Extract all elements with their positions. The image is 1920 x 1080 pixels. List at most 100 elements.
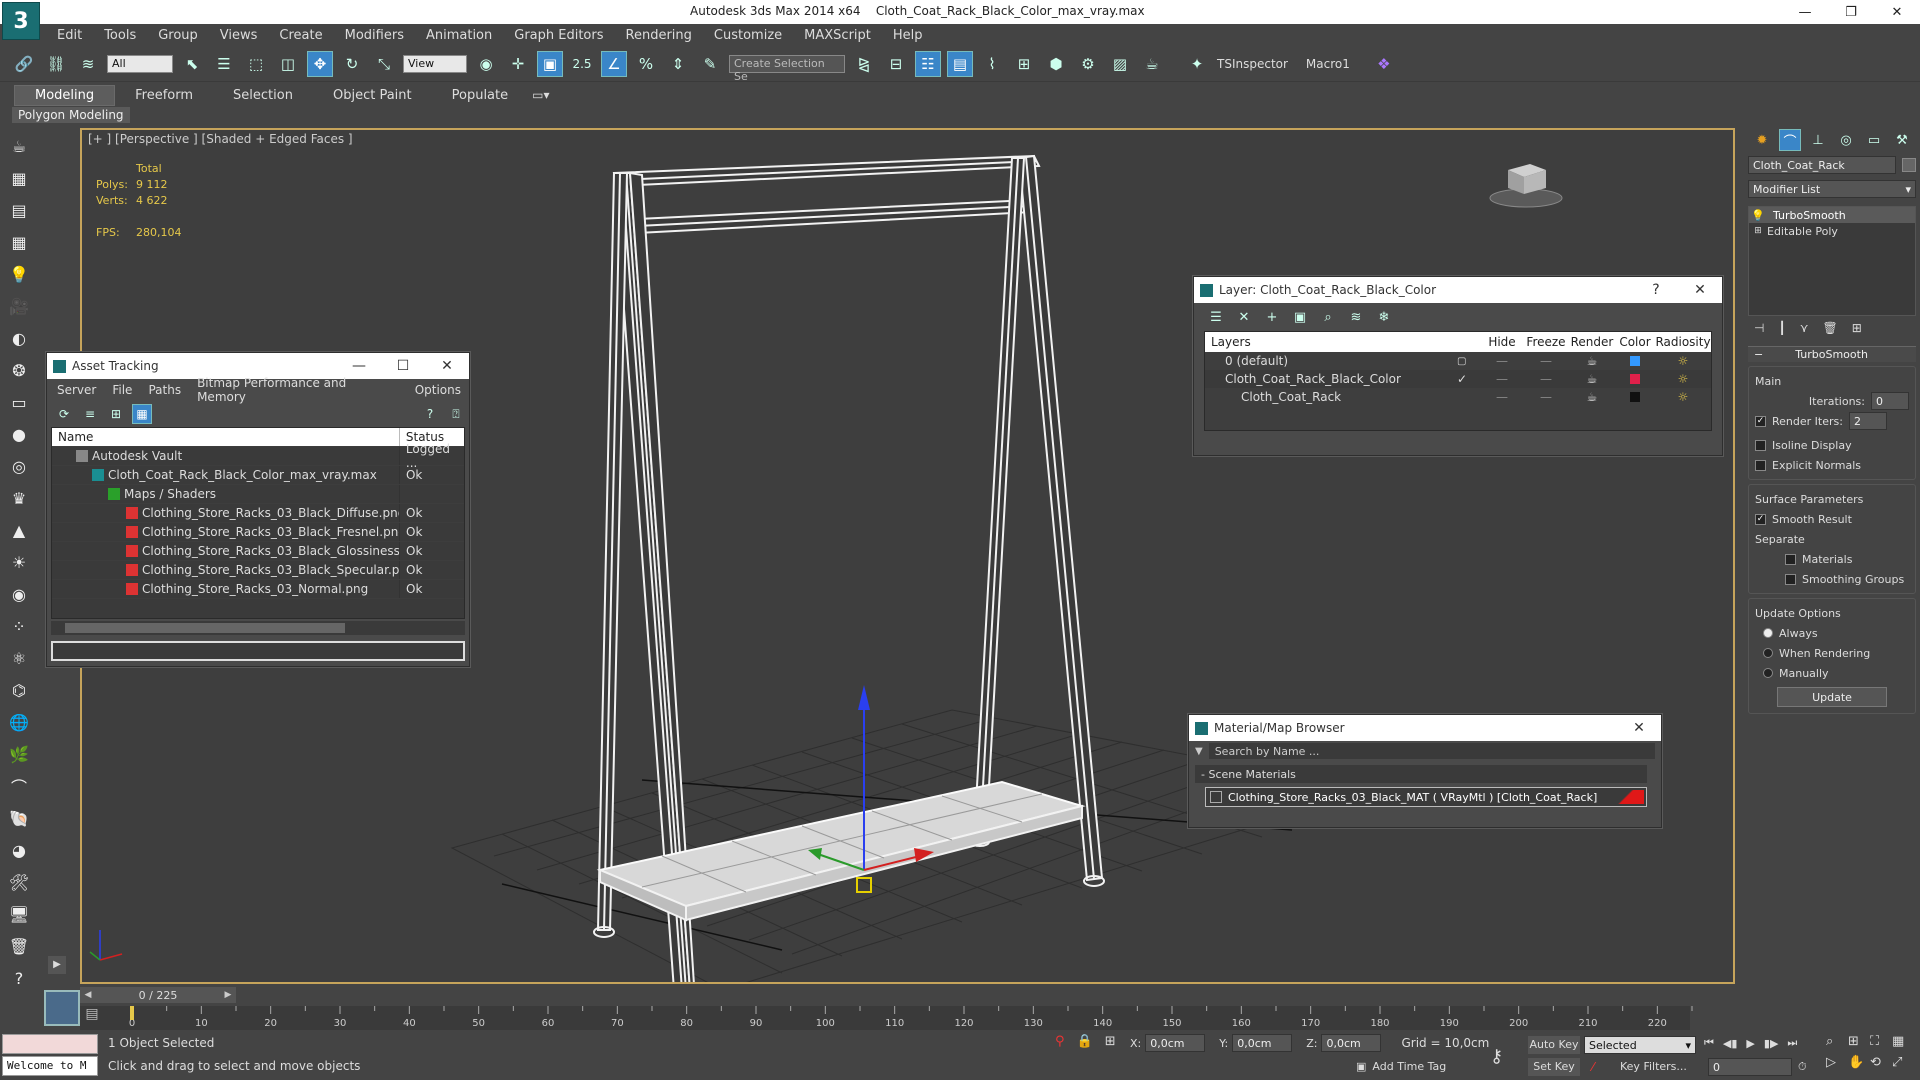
percent-snap-icon[interactable]: % <box>633 51 659 77</box>
current-layer-check-icon[interactable]: ✓ <box>1457 372 1481 386</box>
hide-all-icon[interactable]: ≋ <box>1345 306 1367 328</box>
radiosity-icon[interactable]: ☼ <box>1655 372 1711 386</box>
menu-customize[interactable]: Customize <box>703 28 793 43</box>
align-icon[interactable]: ⊟ <box>883 51 909 77</box>
isolate-selection-icon[interactable]: ⚲ <box>1055 1034 1065 1049</box>
explicit-normals-checkbox[interactable] <box>1755 459 1766 471</box>
molecule-icon[interactable]: ⚛ <box>5 644 33 672</box>
prev-key-icon[interactable]: ◀▮ <box>1723 1037 1738 1050</box>
named-selection-set-input[interactable]: Create Selection Se <box>729 54 845 83</box>
keyboard-shortcut-icon[interactable]: ▣ <box>537 50 563 77</box>
stack-item-editable-poly[interactable]: ⊞ Editable Poly <box>1749 223 1915 239</box>
asset-maximize-button[interactable]: ☐ <box>381 358 425 374</box>
browser-options-icon[interactable]: ▼ <box>1195 746 1203 757</box>
asset-row-vault[interactable]: Autodesk Vault Logged ... <box>52 442 464 470</box>
tsinspector-icon[interactable]: ✦ <box>1184 51 1210 77</box>
radiosity-icon[interactable]: ☼ <box>1655 354 1711 368</box>
configure-sets-icon[interactable]: ⊞ <box>1852 321 1862 335</box>
manually-radio[interactable] <box>1763 668 1773 678</box>
zoom-extents-all-icon[interactable]: ▦ <box>1892 1034 1914 1049</box>
angle-snap-icon[interactable]: ∠ <box>601 50 627 77</box>
time-slider-thumb[interactable]: 0 / 225 <box>96 987 220 1003</box>
goto-start-icon[interactable]: ⏮ <box>1704 1036 1714 1050</box>
material-browser-titlebar[interactable]: Material/Map Browser ✕ <box>1189 715 1661 741</box>
lightbulb-icon[interactable]: 💡 <box>1749 209 1767 222</box>
motion-tab-icon[interactable]: ◎ <box>1835 129 1857 151</box>
menu-help[interactable]: Help <box>882 28 934 43</box>
render-production-icon[interactable]: ☕ <box>1139 51 1165 77</box>
mirror-icon[interactable]: ⧎ <box>851 51 877 77</box>
shell-icon[interactable]: 🐚 <box>5 804 33 832</box>
tab-modeling[interactable]: Modeling <box>14 84 116 106</box>
render-setup-icon[interactable]: ⚙ <box>1075 51 1101 77</box>
highlight-layer-icon[interactable]: ⌕ <box>1317 306 1339 328</box>
next-frame-arrow-icon[interactable]: ▶ <box>220 987 236 1003</box>
layers-col-header[interactable]: Layers <box>1205 335 1481 349</box>
utilities-tab-icon[interactable]: ⚒ <box>1891 129 1913 151</box>
smoothing-groups-checkbox[interactable] <box>1785 573 1796 585</box>
asset-row-specular[interactable]: Clothing_Store_Racks_03_Black_Specular.p… <box>52 561 464 580</box>
maximize-viewport-icon[interactable]: ⤢ <box>1892 1055 1914 1070</box>
object-color-swatch[interactable] <box>1902 158 1916 172</box>
asset-path-field[interactable] <box>51 641 465 661</box>
layer-help-button[interactable]: ? <box>1634 282 1678 298</box>
asset-menu-bitmap[interactable]: Bitmap Performance and Memory <box>189 376 407 404</box>
menu-edit[interactable]: Edit <box>46 28 93 43</box>
freeze-all-icon[interactable]: ❄ <box>1373 306 1395 328</box>
layer-row-default[interactable]: 0 (default) ▢ — — ☕ ☼ <box>1205 352 1711 370</box>
globe-icon[interactable]: 🌐 <box>5 708 33 736</box>
scene-materials-group[interactable]: - Scene Materials <box>1195 765 1647 783</box>
iterations-spinner[interactable]: 0 <box>1871 392 1909 410</box>
asset-help-icon[interactable]: ? <box>420 404 440 424</box>
freeze-toggle[interactable]: — <box>1523 390 1569 404</box>
add-time-tag[interactable]: Add Time Tag <box>1372 1060 1446 1073</box>
create-layer-icon[interactable]: ☰ <box>1205 306 1227 328</box>
tab-freeform[interactable]: Freeform <box>115 86 213 105</box>
sphere-icon[interactable]: ● <box>5 420 33 448</box>
object-name-field[interactable]: Cloth_Coat_Rack <box>1748 156 1896 174</box>
macro-diamond-icon[interactable]: ❖ <box>1371 51 1397 77</box>
layer-manager-titlebar[interactable]: Layer: Cloth_Coat_Rack_Black_Color ? ✕ <box>1194 277 1722 303</box>
prev-frame-arrow-icon[interactable]: ◀ <box>80 987 96 1003</box>
layer-color-swatch[interactable] <box>1630 374 1640 384</box>
bind-spacewarp-icon[interactable]: ≋ <box>75 51 101 77</box>
app-logo-icon[interactable]: 3 <box>2 2 40 40</box>
layer-manager-icon[interactable]: ☷ <box>915 50 941 77</box>
absolute-mode-icon[interactable]: ⊞ <box>1105 1034 1116 1049</box>
time-slider[interactable]: ◀ 0 / 225 ▶ <box>80 986 1735 1004</box>
plant-icon[interactable]: 🌿 <box>5 740 33 768</box>
plugin-tsinspector[interactable]: TSInspector <box>1217 57 1288 71</box>
tab-selection[interactable]: Selection <box>213 86 313 105</box>
tree-view-icon[interactable]: ⊞ <box>106 404 126 424</box>
grid-icon[interactable]: ▦ <box>5 228 33 256</box>
hide-col-header[interactable]: Hide <box>1481 335 1523 349</box>
layer-color-swatch[interactable] <box>1630 392 1640 402</box>
camera-icon[interactable]: 🎥 <box>5 292 33 320</box>
delete-layer-icon[interactable]: ✕ <box>1233 306 1255 328</box>
radiosity-icon[interactable]: ☼ <box>1655 390 1711 404</box>
add-to-layer-icon[interactable]: + <box>1261 306 1283 328</box>
pan-icon[interactable]: ✋ <box>1848 1055 1870 1070</box>
key-set-dropdown[interactable]: Selected ▾ <box>1584 1036 1696 1054</box>
asset-row-normal[interactable]: Clothing_Store_Racks_03_Normal.png Ok <box>52 580 464 599</box>
zoom-icon[interactable]: ⌕ <box>1826 1034 1848 1049</box>
material-editor-icon[interactable]: ⬢ <box>1043 51 1069 77</box>
goto-end-icon[interactable]: ⏭ <box>1787 1036 1797 1050</box>
auto-key-button[interactable]: Auto Key <box>1528 1036 1580 1054</box>
link-icon[interactable]: 🔗 <box>11 51 37 77</box>
tab-object-paint[interactable]: Object Paint <box>313 86 432 105</box>
asset-row-glossiness[interactable]: Clothing_Store_Racks_03_Black_Glossiness… <box>52 542 464 561</box>
hide-toggle[interactable]: — <box>1481 390 1523 404</box>
asset-help2-icon[interactable]: ⍰ <box>446 404 466 424</box>
always-radio[interactable] <box>1763 628 1773 638</box>
asset-hscrollbar[interactable] <box>51 621 465 635</box>
select-rotate-icon[interactable]: ↻ <box>339 51 365 77</box>
selection-lock-icon[interactable]: 🔒 <box>1077 1034 1093 1049</box>
bin-icon[interactable]: 🗑 <box>5 932 33 960</box>
update-button[interactable]: Update <box>1777 687 1887 707</box>
make-unique-icon[interactable]: ⋎ <box>1800 321 1809 335</box>
time-config-icon[interactable]: ⏱ <box>1798 1060 1807 1074</box>
asset-row-max-file[interactable]: Cloth_Coat_Rack_Black_Color_max_vray.max… <box>52 466 464 485</box>
material-item[interactable]: Clothing_Store_Racks_03_Black_MAT ( VRay… <box>1205 787 1647 807</box>
stack-item-turbosmooth[interactable]: 💡 TurboSmooth <box>1749 207 1915 223</box>
